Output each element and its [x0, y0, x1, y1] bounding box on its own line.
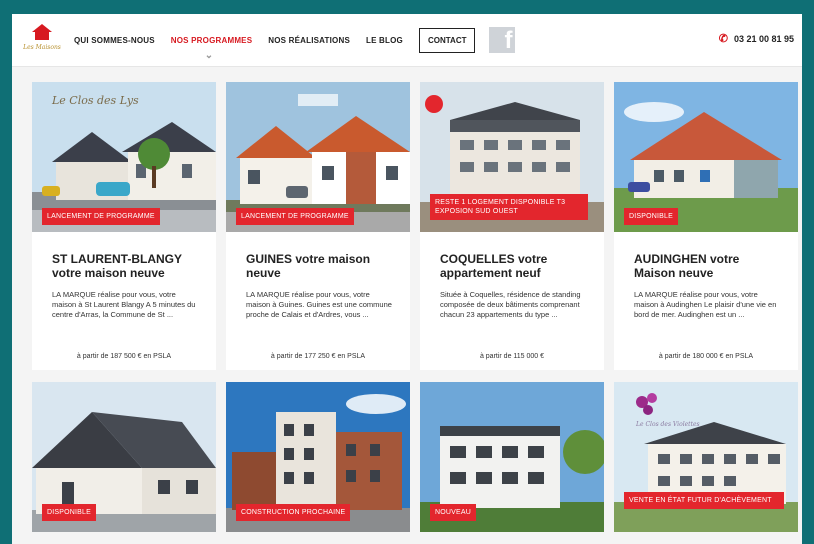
card-title[interactable]: COQUELLES votre appartement neuf [440, 252, 590, 280]
program-image: DISPONIBLE [614, 82, 798, 232]
card-description: LA MARQUE réalise pour vous, votre maiso… [634, 290, 777, 319]
program-card[interactable]: Le Clos des Violettes VENTE EN ÉTAT FUTU… [614, 382, 798, 532]
status-badge: RESTE 1 LOGEMENT DISPONIBLE T3 EXPOSION … [430, 194, 588, 220]
card-title[interactable]: GUINES votre maison neuve [246, 252, 396, 280]
status-badge: LANCEMENT DE PROGRAMME [42, 208, 160, 225]
program-card[interactable]: CONSTRUCTION PROCHAINE [226, 382, 410, 532]
contact-button[interactable]: CONTACT [418, 27, 476, 53]
status-badge: VENTE EN ÉTAT FUTUR D'ACHÈVEMENT [624, 492, 784, 509]
program-image: NOUVEAU [420, 382, 604, 532]
card-description: LA MARQUE réalise pour vous, votre maiso… [52, 290, 196, 319]
chevron-down-icon: ⌄ [204, 49, 214, 61]
phone-number: 03 21 00 81 95 [733, 33, 794, 44]
status-badge: DISPONIBLE [624, 208, 679, 225]
card-price: à partir de 187 500 € en PSLA [76, 353, 172, 360]
card-title[interactable]: AUDINGHEN votre Maison neuve [634, 252, 784, 280]
nav-nos-realisations[interactable]: NOS RÉALISATIONS [268, 36, 350, 45]
main-nav: QUI SOMMES-NOUS NOS PROGRAMMES ⌄ NOS RÉA… [74, 14, 516, 66]
program-card[interactable]: DISPONIBLE AUDINGHEN votre Maison neuve … [614, 82, 798, 370]
program-image: LANCEMENT DE PROGRAMME [226, 82, 410, 232]
status-badge: NOUVEAU [430, 504, 477, 521]
program-card[interactable]: LANCEMENT DE PROGRAMME GUINES votre mais… [226, 82, 410, 370]
program-card[interactable]: DISPONIBLE [32, 382, 216, 532]
nav-qui-sommes-nous[interactable]: QUI SOMMES-NOUS [74, 36, 155, 45]
card-description: Située à Coquelles, résidence de standin… [440, 290, 581, 319]
card-description: LA MARQUE réalise pour vous, votre maiso… [246, 290, 392, 319]
program-image: RESTE 1 LOGEMENT DISPONIBLE T3 EXPOSION … [420, 82, 604, 232]
phone-icon: ✆ [718, 33, 728, 45]
program-image: Le Clos des Lys LANCEMENT DE PROGRAMME [32, 82, 216, 232]
image-caption: Le Clos des Lys [51, 94, 139, 107]
card-price: à partir de 115 000 € [479, 353, 545, 360]
logo-text: Les Maisons [22, 44, 61, 51]
facebook-icon[interactable]: f [489, 27, 516, 54]
facebook-glyph: f [504, 27, 513, 54]
phone-link[interactable]: ✆ 03 21 00 81 95 [719, 32, 794, 45]
image-caption: Le Clos des Violettes [635, 421, 700, 428]
nav-nos-programmes-label: NOS PROGRAMMES [170, 35, 253, 45]
nav-le-blog[interactable]: LE BLOG [366, 36, 403, 45]
program-image: CONSTRUCTION PROCHAINE [226, 382, 410, 532]
status-badge: DISPONIBLE [42, 504, 97, 521]
status-badge: LANCEMENT DE PROGRAMME [236, 208, 354, 225]
program-image: Le Clos des Violettes VENTE EN ÉTAT FUTU… [614, 382, 798, 532]
card-price: à partir de 177 250 € en PSLA [270, 353, 366, 360]
status-badge: CONSTRUCTION PROCHAINE [236, 504, 351, 521]
program-card[interactable]: Le Clos des Lys LANCEMENT DE PROGRAMME S… [32, 82, 216, 370]
card-title[interactable]: ST LAURENT-BLANGY votre maison neuve [52, 252, 202, 280]
site-logo[interactable]: Les Maisons [22, 22, 62, 56]
nav-nos-programmes[interactable]: NOS PROGRAMMES ⌄ [170, 35, 253, 61]
program-image: DISPONIBLE [32, 382, 216, 532]
program-card[interactable]: RESTE 1 LOGEMENT DISPONIBLE T3 EXPOSION … [420, 82, 604, 370]
program-card[interactable]: NOUVEAU [420, 382, 604, 532]
site-header: Les Maisons QUI SOMMES-NOUS NOS PROGRAMM… [12, 14, 802, 67]
browser-page: Les Maisons QUI SOMMES-NOUS NOS PROGRAMM… [12, 14, 802, 544]
card-price: à partir de 180 000 € en PSLA [658, 353, 754, 360]
